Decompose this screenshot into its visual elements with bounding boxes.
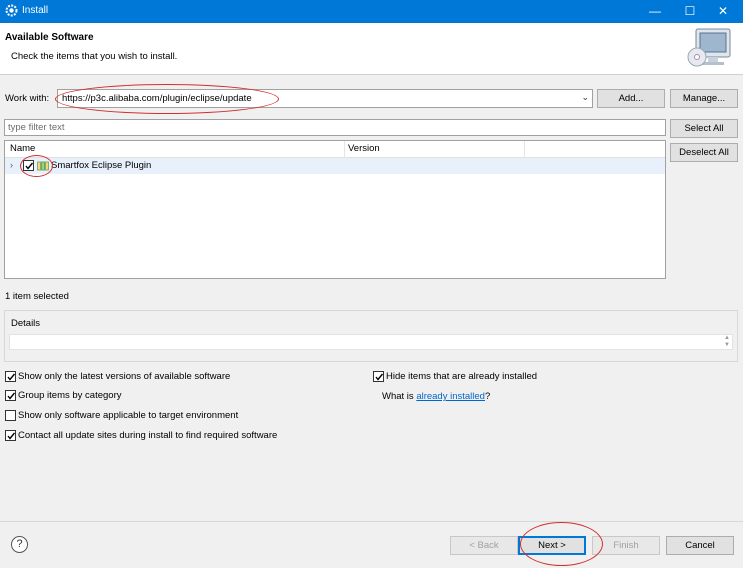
column-divider[interactable] — [344, 141, 345, 158]
window-title: Install — [22, 5, 49, 16]
details-group: Details ▲ ▼ — [4, 310, 738, 362]
column-divider[interactable] — [524, 141, 525, 158]
cancel-button[interactable]: Cancel — [666, 536, 734, 555]
filter-placeholder: type filter text — [8, 122, 65, 133]
page-title: Available Software — [5, 32, 94, 43]
annotation-ring-next — [520, 522, 603, 566]
hide-installed-label: Hide items that are already installed — [386, 371, 538, 382]
close-button[interactable]: ✕ — [708, 0, 738, 23]
window-titlebar[interactable]: Install — ☐ ✕ — [0, 0, 743, 23]
footer-divider — [0, 521, 743, 522]
details-text-area[interactable]: ▲ ▼ — [9, 334, 733, 350]
annotation-ring-checkbox — [20, 155, 53, 177]
details-scrollbar[interactable]: ▲ ▼ — [722, 335, 732, 349]
applicable-target-checkbox[interactable] — [5, 410, 16, 421]
expand-icon[interactable]: › — [10, 160, 13, 170]
checkmark-icon — [7, 432, 16, 440]
checkmark-icon — [7, 373, 16, 381]
details-label: Details — [11, 318, 41, 329]
column-header-version[interactable]: Version — [348, 143, 380, 157]
latest-versions-label: Show only the latest versions of availab… — [18, 371, 231, 382]
select-all-button[interactable]: Select All — [670, 119, 738, 138]
help-icon[interactable]: ? — [11, 536, 28, 553]
row-name: Smartfox Eclipse Plugin — [51, 160, 152, 171]
chevron-down-icon[interactable]: ⌄ — [581, 92, 589, 103]
contact-all-sites-checkbox[interactable] — [5, 430, 16, 441]
manage-sites-button[interactable]: Manage... — [670, 89, 738, 108]
checkmark-icon — [375, 373, 384, 381]
deselect-all-button[interactable]: Deselect All — [670, 143, 738, 162]
software-table[interactable]: Name Version › Smartfox Eclipse Plugin — [4, 140, 666, 279]
eclipse-gear-icon — [5, 4, 18, 17]
table-row[interactable]: › Smartfox Eclipse Plugin — [5, 158, 665, 174]
computer-cd-icon — [687, 28, 731, 67]
what-is-installed: What is already installed? — [382, 391, 490, 402]
back-button[interactable]: < Back — [450, 536, 518, 555]
add-site-button[interactable]: Add... — [597, 89, 665, 108]
what-is-prefix: What is — [382, 391, 417, 402]
page-subtitle: Check the items that you wish to install… — [11, 51, 178, 62]
table-header: Name Version — [5, 141, 665, 158]
wizard-header: Available Software Check the items that … — [0, 23, 743, 75]
hide-installed-checkbox[interactable] — [373, 371, 384, 382]
annotation-ring-url — [55, 84, 279, 114]
group-by-category-label: Group items by category — [18, 390, 122, 401]
maximize-button[interactable]: ☐ — [675, 0, 705, 23]
contact-all-sites-label: Contact all update sites during install … — [18, 430, 278, 441]
applicable-target-label: Show only software applicable to target … — [18, 410, 239, 421]
minimize-button[interactable]: — — [640, 0, 670, 23]
what-is-suffix: ? — [484, 391, 491, 402]
latest-versions-checkbox[interactable] — [5, 371, 16, 382]
work-with-label: Work with: — [5, 93, 50, 104]
group-by-category-checkbox[interactable] — [5, 390, 16, 401]
filter-input[interactable]: type filter text — [4, 119, 666, 136]
selection-status: 1 item selected — [5, 291, 69, 302]
checkmark-icon — [7, 392, 16, 400]
already-installed-link[interactable]: already installed — [416, 391, 485, 402]
